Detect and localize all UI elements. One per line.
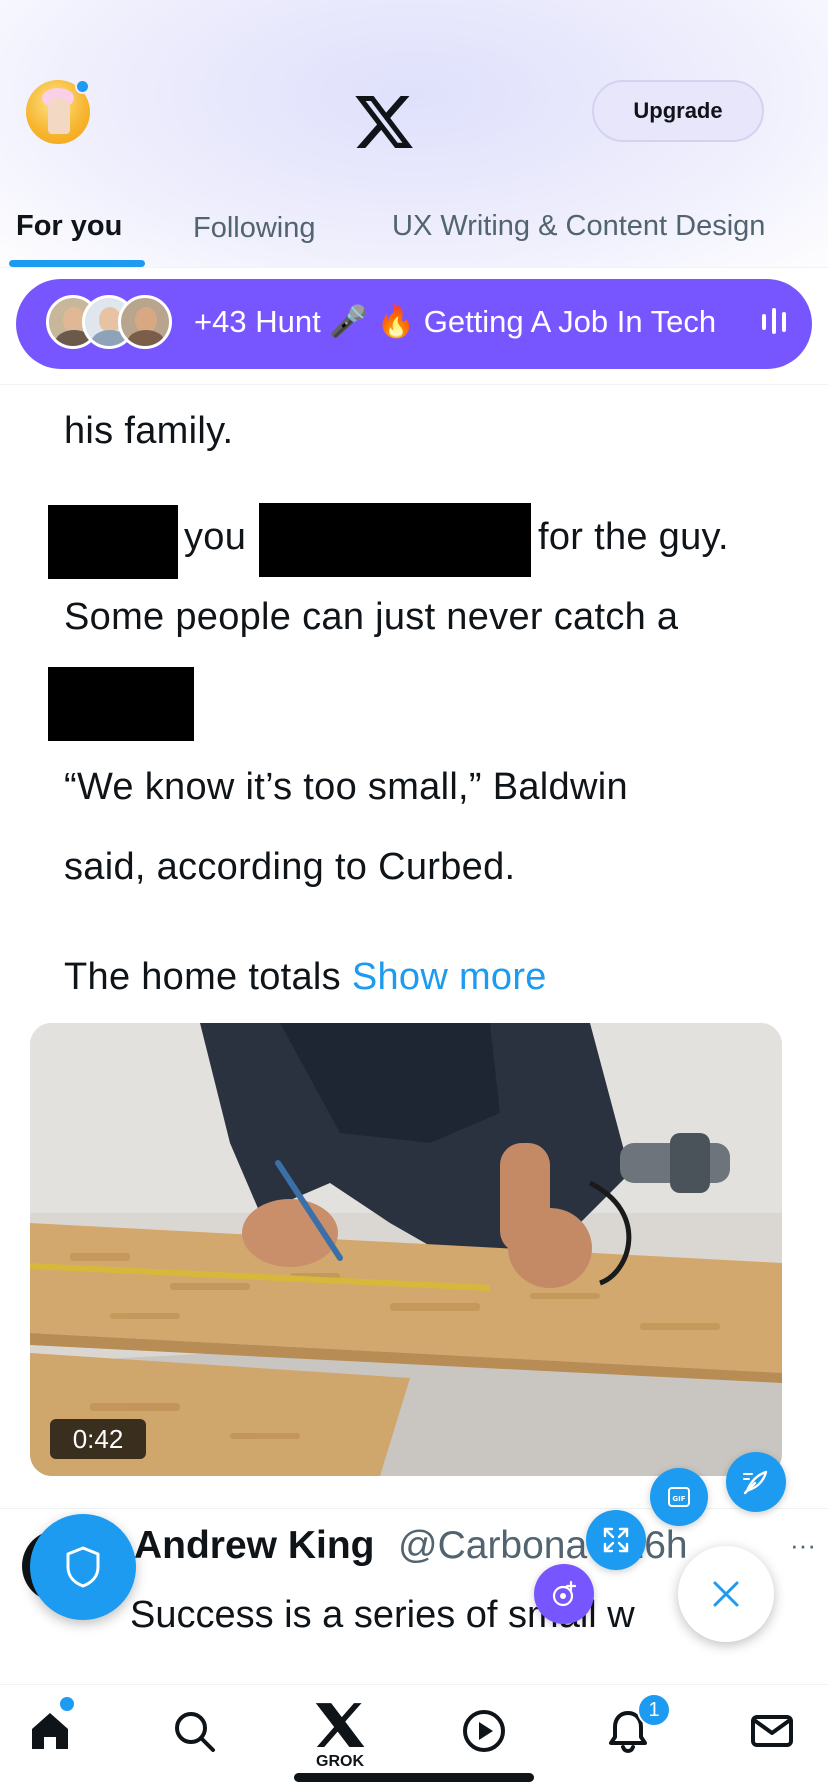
article-text-line: said, according to Curbed. xyxy=(64,846,516,888)
gif-icon: GIF xyxy=(668,1487,690,1507)
compose-button[interactable] xyxy=(726,1452,786,1512)
notification-count-badge: 1 xyxy=(637,1693,671,1727)
shield-button[interactable] xyxy=(30,1514,136,1620)
article-text-line: Some people can just never catch a xyxy=(64,596,679,638)
grok-spaces-button[interactable] xyxy=(534,1564,594,1624)
space-speaker-avatar xyxy=(118,295,172,349)
nav-search[interactable] xyxy=(164,1701,224,1761)
tab-following[interactable]: Following xyxy=(193,212,316,245)
grok-icon xyxy=(315,1703,365,1747)
expand-button[interactable] xyxy=(586,1510,646,1570)
svg-text:GIF: GIF xyxy=(672,1495,685,1503)
gif-button[interactable]: GIF xyxy=(650,1468,708,1526)
active-tab-indicator xyxy=(9,260,145,267)
home-icon xyxy=(32,1713,68,1749)
space-title: +43 Hunt 🎤 🔥 Getting A Job In Tech xyxy=(194,304,717,339)
upgrade-button[interactable]: Upgrade xyxy=(592,80,764,142)
nav-video[interactable] xyxy=(454,1701,514,1761)
audio-bars-icon xyxy=(762,308,786,334)
divider xyxy=(0,384,828,385)
avatar-notification-dot xyxy=(75,79,90,94)
close-icon xyxy=(713,1581,739,1607)
video-thumbnail xyxy=(30,1023,782,1476)
search-icon xyxy=(175,1712,215,1752)
article-text-line: “We know it’s too small,” Baldwin xyxy=(64,766,628,808)
feather-compose-icon xyxy=(743,1470,768,1495)
timeline-tabs: For you Following UX Writing & Content D… xyxy=(0,200,828,268)
home-indicator[interactable] xyxy=(294,1773,534,1782)
nav-grok[interactable] xyxy=(310,1695,370,1755)
video-duration-badge: 0:42 xyxy=(50,1419,146,1459)
mail-icon xyxy=(751,1715,793,1747)
article-text-line: for the guy. xyxy=(538,516,729,558)
video-media[interactable]: 0:42 xyxy=(30,1023,782,1476)
home-new-dot xyxy=(60,1697,74,1711)
close-fab-button[interactable] xyxy=(678,1546,774,1642)
tweet-author-name[interactable]: Andrew King xyxy=(134,1524,375,1568)
tweet-more-options[interactable]: ··· xyxy=(790,1530,816,1561)
article-text: The home totals xyxy=(64,956,341,998)
shield-icon xyxy=(66,1546,100,1588)
expand-icon xyxy=(603,1527,629,1553)
redaction-block xyxy=(48,505,178,579)
tab-ux-writing[interactable]: UX Writing & Content Design xyxy=(392,210,765,243)
article-text-line: The home totals Show more xyxy=(64,956,547,999)
redaction-block xyxy=(259,503,531,577)
nav-home[interactable] xyxy=(20,1701,80,1761)
nav-messages[interactable] xyxy=(742,1701,802,1761)
article-text-line: you xyxy=(184,516,247,558)
grok-label: GROK xyxy=(316,1753,364,1770)
play-icon xyxy=(463,1710,505,1752)
show-more-link[interactable]: Show more xyxy=(352,956,547,998)
tab-for-you[interactable]: For you xyxy=(16,210,122,243)
mic-plus-icon xyxy=(552,1580,577,1607)
tweet-handle-text: @Carbona xyxy=(398,1524,588,1567)
x-logo-icon[interactable] xyxy=(350,90,418,154)
article-text-line: his family. xyxy=(64,410,234,452)
spaces-live-bar[interactable]: +43 Hunt 🎤 🔥 Getting A Job In Tech xyxy=(16,279,812,369)
redaction-block xyxy=(48,667,194,741)
avatar-cone xyxy=(48,98,70,134)
